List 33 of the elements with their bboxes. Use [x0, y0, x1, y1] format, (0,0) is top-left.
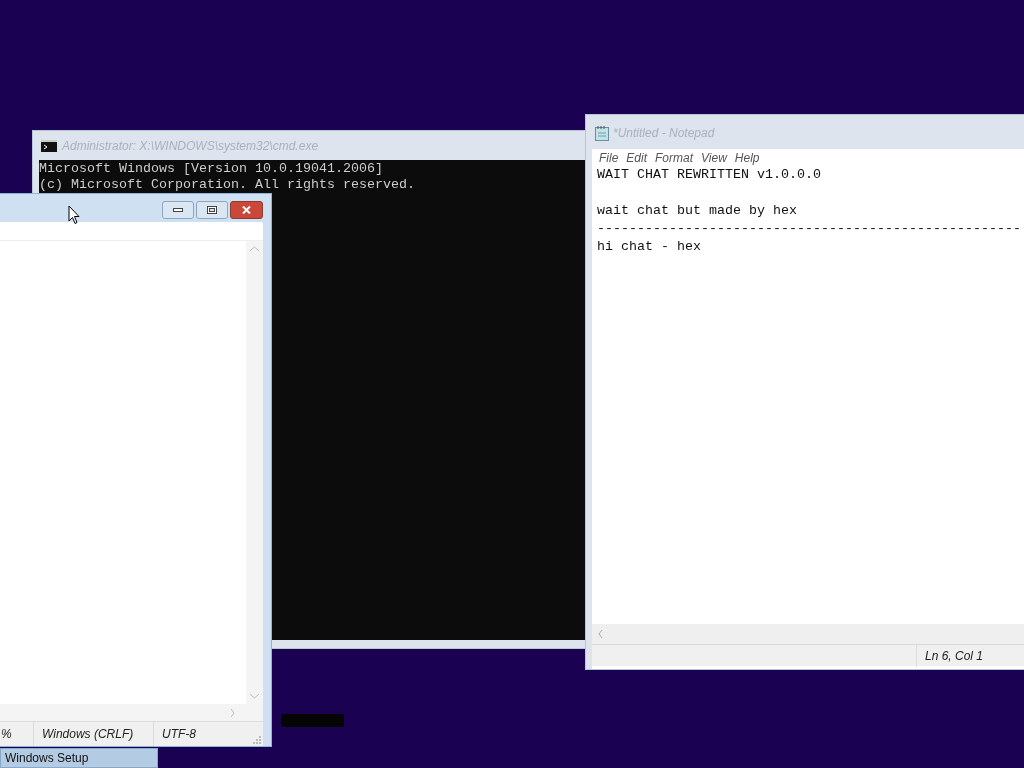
restore-icon[interactable]	[207, 206, 217, 214]
scroll-up-icon[interactable]	[250, 246, 259, 251]
console-text: (c) Microsoft Corporation. All rights reserved.	[39, 177, 416, 193]
scroll-down-icon[interactable]	[250, 694, 259, 699]
console-text: Microsoft Windows [Version 10.0.19041.2006]	[39, 161, 384, 177]
redaction-block	[281, 714, 344, 727]
status-text: Windows (CRLF)	[42, 726, 134, 743]
close-button[interactable]	[230, 201, 263, 219]
menu-item[interactable]: Edit	[623, 151, 651, 165]
menu-item[interactable]: Help	[731, 151, 763, 165]
text-line: WAIT CHAT REWRITTEN v1.0.0.0	[597, 166, 822, 184]
scroll-left-icon[interactable]	[598, 630, 603, 638]
status-text: UTF-8	[162, 726, 196, 743]
menu-item[interactable]: View	[698, 151, 730, 165]
text-line: hi chat - hex	[597, 238, 702, 256]
menu-item[interactable]: Format	[652, 151, 697, 165]
cursor-position: Ln 6, Col 1	[916, 644, 984, 667]
horizontal-scrollbar[interactable]	[0, 704, 263, 721]
maximize-button[interactable]	[196, 201, 228, 219]
vertical-scrollbar[interactable]	[246, 241, 263, 704]
notepad-icon	[595, 125, 609, 141]
horizontal-scrollbar[interactable]	[592, 624, 1024, 644]
status-text: %	[1, 726, 12, 743]
minimize-button[interactable]	[162, 201, 194, 219]
text-line: wait chat but made by hex	[597, 202, 798, 220]
minimize-icon[interactable]	[173, 208, 183, 212]
text-line: -----------------------------------------------------	[597, 220, 1022, 238]
scroll-right-icon[interactable]	[230, 708, 235, 717]
resize-grip-icon[interactable]	[253, 736, 261, 744]
menu-item[interactable]: File	[596, 151, 622, 165]
console-icon	[41, 139, 57, 152]
close-icon[interactable]	[242, 206, 251, 214]
taskbar-button[interactable]: Windows Setup	[0, 748, 158, 768]
